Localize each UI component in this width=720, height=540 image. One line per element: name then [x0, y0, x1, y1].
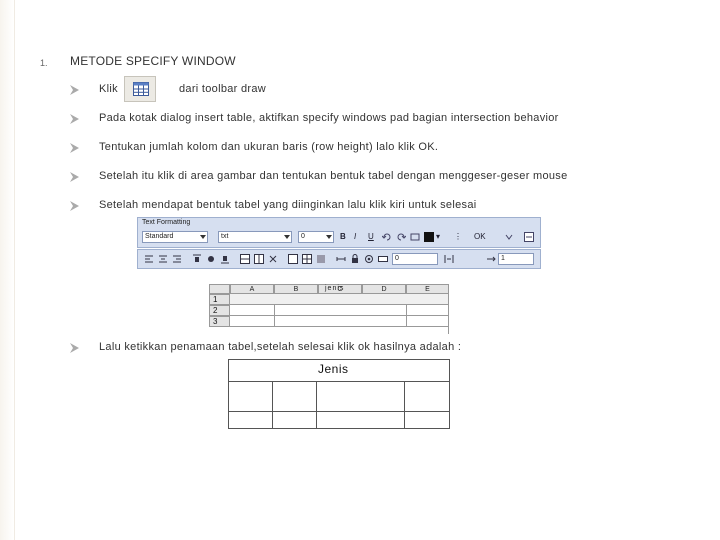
- slide-left-border: [0, 0, 14, 540]
- undo-icon[interactable]: [382, 232, 392, 242]
- more-icon[interactable]: ⋮: [454, 231, 462, 243]
- chevron-down-icon: [326, 235, 332, 239]
- spin-input-2[interactable]: 1: [498, 253, 534, 265]
- bullet-text-after-icon: dari toolbar draw: [179, 83, 267, 95]
- heading-title: METODE SPECIFY WINDOW: [70, 54, 236, 68]
- table-toolbar: 0 1: [137, 249, 541, 269]
- grid-divider: [448, 294, 449, 334]
- result-table-col-line: [272, 381, 273, 429]
- chevron-down-icon: [200, 235, 206, 239]
- spin-input-1-value: 0: [395, 255, 399, 262]
- bullet-text: Pada kotak dialog insert table, aktifkan…: [99, 112, 559, 124]
- bullet-item-1: Klik dari toolbar draw: [70, 82, 700, 100]
- bullet-text-before-icon: Klik: [99, 83, 118, 95]
- bullet-text: Tentukan jumlah kolom dan ukuran baris (…: [99, 141, 439, 153]
- arrow-bullet-icon: [70, 201, 79, 211]
- color-dropdown[interactable]: ▾: [436, 231, 440, 243]
- color-swatch[interactable]: [424, 232, 434, 242]
- text-formatting-toolbar: Text Formatting Standard txt 0 B I U ▾ ⋮…: [137, 217, 541, 248]
- grid-row-header: 3: [209, 316, 230, 327]
- style-select-value: Standard: [145, 233, 174, 240]
- align-right-icon[interactable]: [172, 254, 182, 264]
- chevron-down-icon[interactable]: [504, 232, 514, 242]
- chevron-down-icon: [284, 235, 290, 239]
- heading-number: 1.: [40, 58, 48, 68]
- grid-divider: [274, 305, 275, 327]
- toolbar-screenshot: Text Formatting Standard txt 0 B I U ▾ ⋮…: [137, 217, 541, 334]
- toolbar-title: Text Formatting: [142, 219, 191, 226]
- grid-divider: [406, 305, 407, 327]
- font-select[interactable]: txt: [218, 231, 292, 243]
- bullet-item-3: Tentukan jumlah kolom dan ukuran baris (…: [70, 140, 700, 158]
- format-icon[interactable]: [410, 232, 420, 242]
- result-table-row-line: [228, 411, 450, 412]
- bullet-text: Lalu ketikkan penamaan tabel,setelah sel…: [99, 341, 462, 353]
- grid-column-header: D: [362, 284, 406, 294]
- grid-column-header: B: [274, 284, 318, 294]
- grid-row: [209, 316, 449, 327]
- grid-row: [209, 294, 449, 305]
- bullet-item-4: Setelah itu klik di area gambar dan tent…: [70, 169, 700, 187]
- redo-icon[interactable]: [396, 232, 406, 242]
- arrow-bullet-icon: [70, 343, 79, 353]
- options-icon[interactable]: [524, 232, 534, 242]
- result-table-col-line: [316, 381, 317, 429]
- split-cells-icon[interactable]: [302, 254, 312, 264]
- insert-table-button[interactable]: [124, 76, 156, 102]
- spin-input-2-value: 1: [501, 255, 505, 262]
- grid-column-header: A: [230, 284, 274, 294]
- underline-button[interactable]: U: [368, 231, 374, 243]
- insert-column-icon[interactable]: [254, 254, 264, 264]
- cell-size-icon[interactable]: [486, 254, 496, 264]
- grid-row-header: 2: [209, 305, 230, 316]
- style-select[interactable]: Standard: [142, 231, 208, 243]
- align-left-icon[interactable]: [144, 254, 154, 264]
- lock-icon[interactable]: [350, 254, 360, 264]
- align-middle-icon[interactable]: [206, 254, 216, 264]
- grid-row-header: 1: [209, 294, 230, 305]
- bullet-item-2: Pada kotak dialog insert table, aktifkan…: [70, 111, 700, 129]
- cell-style-icon[interactable]: [316, 254, 326, 264]
- align-top-icon[interactable]: [192, 254, 202, 264]
- size-select[interactable]: 0: [298, 231, 334, 243]
- grid-corner: [209, 284, 230, 294]
- align-center-icon[interactable]: [158, 254, 168, 264]
- delete-row-icon[interactable]: [268, 254, 278, 264]
- font-select-value: txt: [221, 233, 229, 240]
- result-table-col-line: [404, 381, 405, 429]
- bullet-item-6: Lalu ketikkan penamaan tabel,setelah sel…: [70, 340, 700, 358]
- arrow-bullet-icon: [70, 172, 79, 182]
- italic-button[interactable]: I: [354, 231, 356, 243]
- arrow-bullet-icon: [70, 85, 79, 95]
- merge-cells-icon[interactable]: [288, 254, 298, 264]
- bullet-text: Setelah itu klik di area gambar dan tent…: [99, 170, 568, 182]
- slide-left-rule: [14, 0, 15, 540]
- margin-icon[interactable]: [444, 254, 454, 264]
- bullet-text: Setelah mendapat bentuk tabel yang diing…: [99, 199, 477, 211]
- size-select-value: 0: [301, 233, 305, 240]
- link-icon[interactable]: [364, 254, 374, 264]
- align-bottom-icon[interactable]: [220, 254, 230, 264]
- spin-input-1[interactable]: 0: [392, 253, 438, 265]
- ok-button[interactable]: OK: [474, 231, 486, 243]
- bold-button[interactable]: B: [340, 231, 346, 243]
- table-icon: [133, 82, 149, 96]
- grid-column-header: E: [406, 284, 449, 294]
- field-icon[interactable]: [378, 254, 388, 264]
- fit-icon[interactable]: [336, 254, 346, 264]
- grid-cell-title: jenis: [325, 285, 345, 292]
- result-table-row-line: [228, 381, 450, 382]
- result-table-title: Jenis: [318, 362, 349, 376]
- table-grid-preview: A B C D E 1 2 3 jenis: [209, 284, 449, 334]
- insert-row-icon[interactable]: [240, 254, 250, 264]
- arrow-bullet-icon: [70, 143, 79, 153]
- grid-row: [209, 305, 449, 316]
- bullet-item-5: Setelah mendapat bentuk tabel yang diing…: [70, 198, 700, 216]
- arrow-bullet-icon: [70, 114, 79, 124]
